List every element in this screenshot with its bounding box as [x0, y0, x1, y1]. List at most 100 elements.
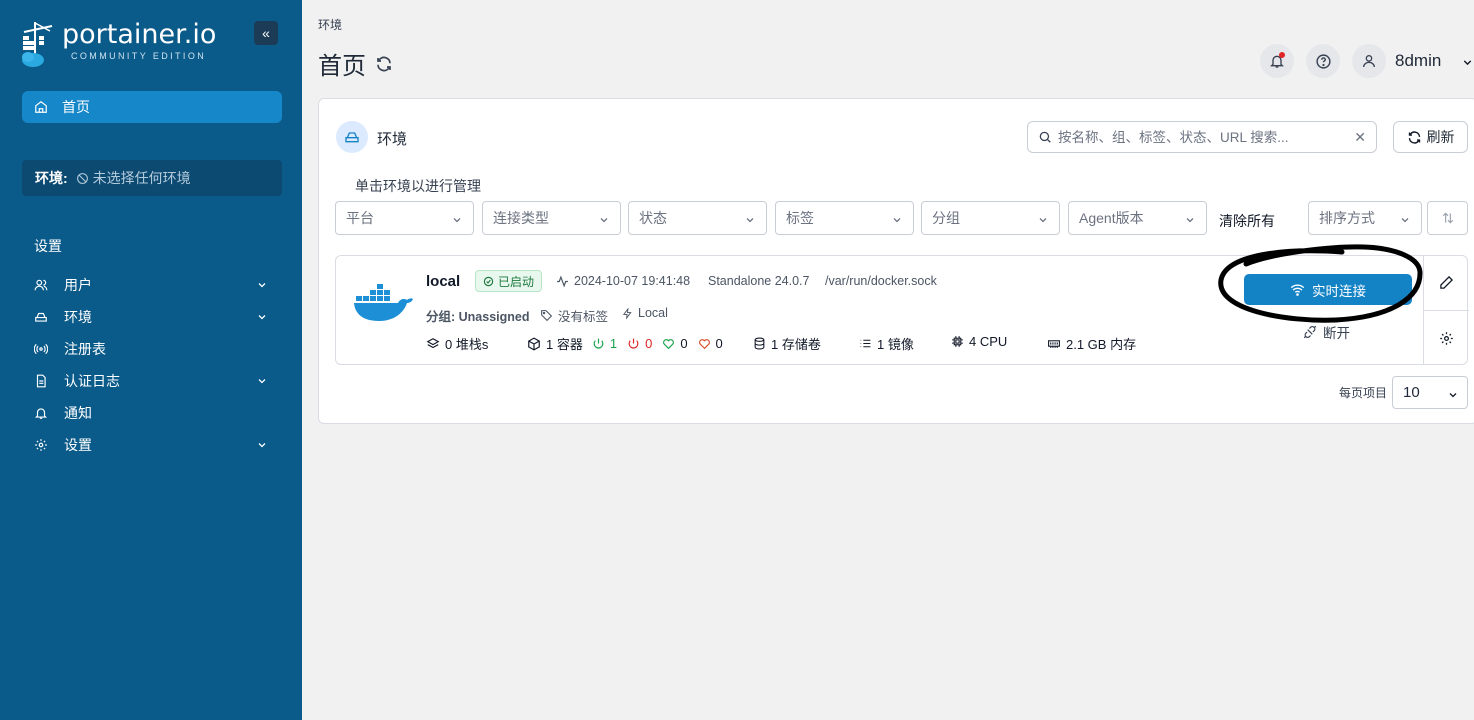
live-connect-label: 实时连接 — [1312, 283, 1366, 299]
search-field[interactable]: ✕ — [1027, 121, 1377, 153]
sidebar-item-registries[interactable]: 注册表 — [34, 333, 274, 365]
status-text: 已启动 — [498, 274, 535, 289]
per-page-value: 10 — [1403, 384, 1420, 401]
sidebar-home-label: 首页 — [62, 99, 90, 115]
environment-item-local[interactable]: local 已启动 2024-10-07 19:41:48 Standalone… — [335, 255, 1469, 365]
sidebar-item-notifications[interactable]: 通知 — [34, 397, 274, 429]
containers-text: 1 容器 — [546, 337, 583, 352]
edit-environment-button[interactable] — [1424, 255, 1469, 310]
heartbeat: 2024-10-07 19:41:48 — [556, 274, 690, 288]
clear-search-icon[interactable]: ✕ — [1354, 129, 1366, 146]
chevron-down-icon — [258, 443, 266, 448]
sidebar-item-label: 注册表 — [64, 341, 106, 357]
environment-selector[interactable]: 环境: 未选择任何环境 — [22, 160, 282, 196]
filter-group[interactable]: 分组 — [921, 201, 1060, 235]
chevron-down-icon[interactable] — [1461, 56, 1474, 69]
sort-arrows-icon — [1442, 212, 1453, 224]
chevron-down-icon — [258, 283, 266, 288]
double-chevron-left-icon: « — [262, 25, 270, 41]
sort-order-button[interactable] — [1427, 201, 1468, 235]
chevron-down-icon — [258, 315, 266, 320]
ban-icon — [76, 172, 88, 184]
help-button[interactable] — [1306, 44, 1340, 78]
memory-icon — [1048, 340, 1060, 348]
filter-connection-type[interactable]: 连接类型 — [482, 201, 621, 235]
sort-by-select[interactable]: 排序方式 — [1308, 201, 1422, 235]
environment-name[interactable]: local — [426, 273, 460, 290]
volumes-count: 1 存储卷 — [753, 334, 821, 353]
sort-label: 排序方式 — [1319, 210, 1375, 226]
filter-platform[interactable]: 平台 — [335, 201, 474, 235]
layers-icon — [426, 337, 440, 348]
notifications-button[interactable] — [1260, 44, 1294, 78]
portainer-logo[interactable]: portainer.io COMMUNITY EDITION — [20, 20, 216, 68]
per-page-select[interactable]: 10 — [1392, 376, 1468, 409]
chevron-down-icon — [453, 218, 461, 223]
row-actions — [1423, 255, 1469, 365]
box-icon — [528, 336, 540, 351]
clear-all-filters-button[interactable]: 清除所有 — [1219, 211, 1275, 231]
sidebar-item-label: 用户 — [64, 277, 92, 293]
check-circle-icon — [483, 276, 494, 286]
filter-label: Agent版本 — [1079, 210, 1144, 226]
chevron-down-icon — [600, 218, 608, 223]
tag-icon — [541, 310, 553, 322]
healthy-count: 0 — [680, 336, 688, 351]
users-icon — [34, 279, 48, 291]
environment-settings-button[interactable] — [1424, 310, 1469, 365]
search-input[interactable] — [1058, 129, 1348, 145]
settings-menu: 用户 环境 注册表 认证日志 通知 设置 — [34, 269, 274, 461]
sidebar-item-label: 通知 — [64, 405, 92, 421]
live-connect-button[interactable]: 实时连接 — [1244, 274, 1412, 305]
notification-dot — [1279, 52, 1285, 58]
chevron-down-icon — [1186, 218, 1194, 223]
breadcrumb[interactable]: 环境 — [318, 16, 342, 33]
user-avatar-button[interactable] — [1352, 44, 1386, 78]
sidebar-item-label: 设置 — [64, 437, 92, 453]
refresh-icon[interactable] — [375, 55, 393, 73]
chevron-down-icon — [1449, 393, 1457, 398]
home-icon — [35, 101, 47, 113]
filter-status[interactable]: 状态 — [628, 201, 767, 235]
running-count: 1 — [609, 336, 618, 351]
sidebar-item-auth-logs[interactable]: 认证日志 — [34, 365, 274, 397]
card-title: 环境 — [377, 131, 408, 148]
filter-agent-version[interactable]: Agent版本 — [1068, 201, 1207, 235]
sidebar-item-label: 认证日志 — [64, 373, 120, 389]
filter-label: 平台 — [346, 210, 374, 226]
power-on-icon — [593, 338, 604, 349]
filter-label: 分组 — [932, 210, 960, 226]
environments-card: 环境 ✕ 刷新 单击环境以进行管理 平台 连接类型 状态 标签 分组 Agent… — [318, 98, 1474, 424]
username[interactable]: 8dmin — [1395, 51, 1441, 71]
settings-heading: 设置 — [34, 238, 62, 254]
cpu-text: 4 CPU — [969, 334, 1008, 349]
wifi-icon — [1290, 284, 1305, 296]
sidebar-item-environments[interactable]: 环境 — [34, 301, 274, 333]
status-badge: 已启动 — [475, 270, 543, 292]
disconnect-button[interactable]: 断开 — [1303, 322, 1350, 342]
chevron-down-icon — [893, 218, 901, 223]
lightning-icon — [622, 307, 632, 319]
gear-icon — [35, 439, 47, 451]
refresh-button[interactable]: 刷新 — [1393, 121, 1468, 153]
sidebar: portainer.io COMMUNITY EDITION « 首页 环境: … — [0, 0, 302, 720]
page-title: 首页 — [318, 46, 393, 81]
sidebar-item-users[interactable]: 用户 — [34, 269, 274, 301]
list-icon — [860, 339, 871, 348]
collapse-sidebar-button[interactable]: « — [254, 21, 278, 45]
filter-tags[interactable]: 标签 — [775, 201, 914, 235]
tags-text: 没有标签 — [558, 310, 609, 324]
help-icon — [1315, 53, 1331, 69]
unhealthy-count: 0 — [715, 336, 723, 351]
sidebar-item-settings[interactable]: 设置 — [34, 429, 274, 461]
page-title-text: 首页 — [318, 53, 366, 80]
refresh-label: 刷新 — [1426, 129, 1455, 145]
chevron-down-icon — [746, 218, 754, 223]
type-text: Local — [638, 306, 668, 320]
images-count: 1 镜像 — [859, 334, 914, 353]
portainer-logo-icon — [22, 22, 53, 67]
sidebar-item-home[interactable]: 首页 — [22, 91, 282, 123]
bell-icon — [34, 408, 48, 419]
volumes-text: 1 存储卷 — [771, 337, 821, 352]
environment-group: 分组: Unassigned — [426, 310, 530, 324]
